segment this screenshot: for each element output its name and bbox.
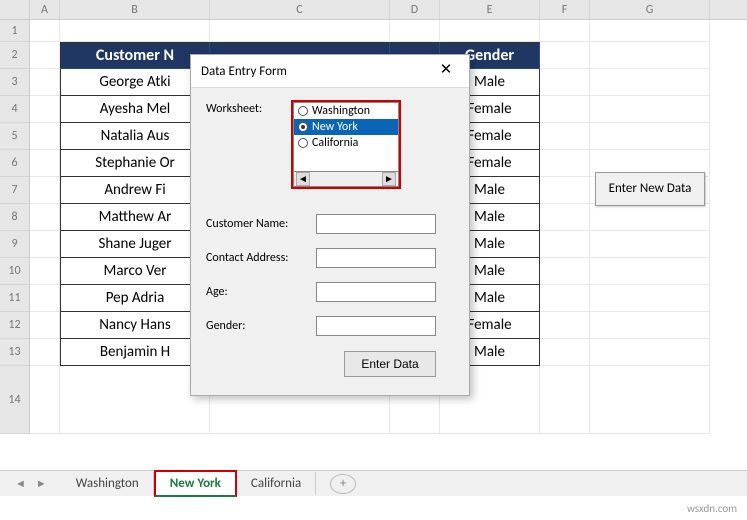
tab-california[interactable]: California <box>237 472 316 495</box>
cell-name[interactable]: Stephanie Or <box>60 150 210 177</box>
cell-name[interactable]: Matthew Ar <box>60 204 210 231</box>
customer-name-input[interactable] <box>316 214 436 234</box>
row-header[interactable]: 1 <box>0 20 30 42</box>
worksheet-listbox[interactable]: Washington New York California ◄ ► <box>291 100 401 189</box>
col-c[interactable]: C <box>210 0 390 19</box>
age-input[interactable] <box>316 282 436 302</box>
col-a[interactable]: A <box>30 0 60 19</box>
cell-name[interactable]: Pep Adria <box>60 285 210 312</box>
dialog-title: Data Entry Form <box>201 64 287 79</box>
tab-washington[interactable]: Washington <box>62 472 154 495</box>
cell-name[interactable]: Natalia Aus <box>60 123 210 150</box>
col-g[interactable]: G <box>590 0 710 19</box>
header-name: Customer N <box>60 42 210 69</box>
cell-name[interactable]: Nancy Hans <box>60 312 210 339</box>
row-header[interactable]: 13 <box>0 339 30 366</box>
radio-icon <box>298 138 308 148</box>
worksheet-label: Worksheet: <box>206 100 281 189</box>
scroll-left-icon[interactable]: ◄ <box>296 172 310 186</box>
close-icon[interactable]: ✕ <box>433 61 459 81</box>
row-header[interactable]: 7 <box>0 177 30 204</box>
cell-name[interactable]: Marco Ver <box>60 258 210 285</box>
row-header[interactable]: 4 <box>0 96 30 123</box>
radio-icon <box>298 106 308 116</box>
row-header[interactable]: 14 <box>0 366 30 434</box>
row-header[interactable]: 2 <box>0 42 30 69</box>
row-header[interactable]: 3 <box>0 69 30 96</box>
cell-name[interactable]: Ayesha Mel <box>60 96 210 123</box>
row-header[interactable]: 6 <box>0 150 30 177</box>
watermark: wsxdn.com <box>687 502 737 515</box>
row-header[interactable]: 10 <box>0 258 30 285</box>
col-e[interactable]: E <box>440 0 540 19</box>
radio-california[interactable]: California <box>294 135 398 151</box>
row-header[interactable]: 9 <box>0 231 30 258</box>
col-f[interactable]: F <box>540 0 590 19</box>
col-b[interactable]: B <box>60 0 210 19</box>
add-sheet-button[interactable]: + <box>330 474 356 494</box>
cell-name[interactable]: Benjamin H <box>60 339 210 366</box>
age-label: Age: <box>206 285 306 299</box>
data-entry-form-dialog: Data Entry Form ✕ Worksheet: Washington … <box>190 54 470 396</box>
contact-address-input[interactable] <box>316 248 436 268</box>
cell-name[interactable]: Andrew Fi <box>60 177 210 204</box>
sheet-tab-bar: ◄ ► Washington New York California + <box>0 470 747 496</box>
row-header[interactable]: 11 <box>0 285 30 312</box>
cell-name[interactable]: George Atki <box>60 69 210 96</box>
radio-washington[interactable]: Washington <box>294 103 398 119</box>
row-header[interactable]: 8 <box>0 204 30 231</box>
cell-name[interactable]: Shane Juger <box>60 231 210 258</box>
scroll-right-icon[interactable]: ► <box>382 172 396 186</box>
gender-label: Gender: <box>206 319 306 333</box>
radio-new-york[interactable]: New York <box>294 119 398 135</box>
enter-new-data-button[interactable]: Enter New Data <box>595 172 705 206</box>
gender-input[interactable] <box>316 316 436 336</box>
scrollbar-horizontal[interactable]: ◄ ► <box>293 171 399 187</box>
row-header[interactable]: 5 <box>0 123 30 150</box>
tab-nav-next-icon[interactable]: ► <box>36 477 47 490</box>
tab-new-york[interactable]: New York <box>154 470 237 497</box>
row-header[interactable]: 12 <box>0 312 30 339</box>
customer-name-label: Customer Name: <box>206 217 306 231</box>
enter-data-button[interactable]: Enter Data <box>344 351 435 377</box>
radio-icon <box>298 122 308 132</box>
col-d[interactable]: D <box>390 0 440 19</box>
tab-nav-prev-icon[interactable]: ◄ <box>15 477 26 490</box>
contact-address-label: Contact Address: <box>206 251 306 265</box>
column-headers: A B C D E F G <box>0 0 747 20</box>
